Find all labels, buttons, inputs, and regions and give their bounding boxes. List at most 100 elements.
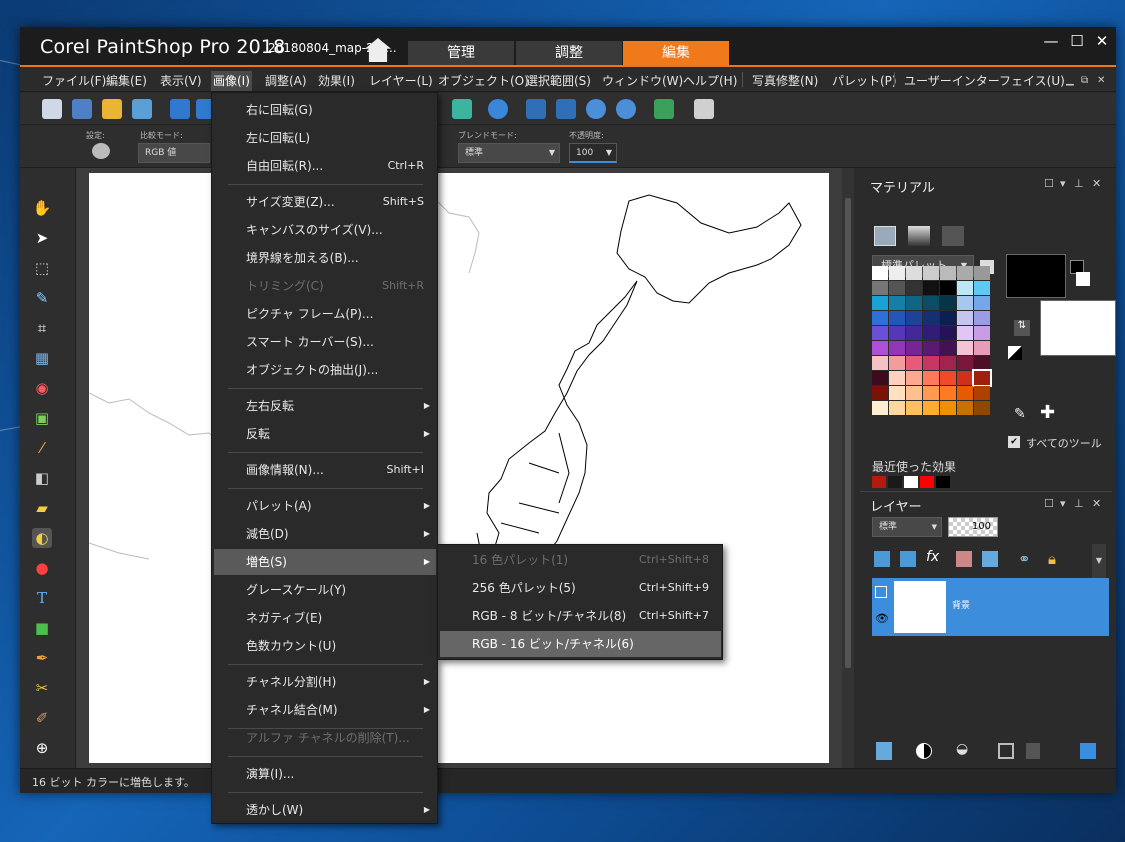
image-menu-item[interactable]: 右に回転(G)	[214, 97, 436, 123]
swatch[interactable]	[889, 341, 905, 355]
swatch[interactable]	[957, 266, 973, 280]
swatch[interactable]	[923, 371, 939, 385]
materials-float-icon[interactable]: ☐	[1044, 177, 1054, 190]
mixer-brush-icon[interactable]: ✐	[32, 708, 52, 728]
image-menu-item[interactable]: 透かし(W) ▶	[214, 797, 436, 823]
menu-adjust[interactable]: 調整(A)	[263, 71, 309, 91]
layers-menu-icon[interactable]: ▾	[1060, 497, 1066, 510]
swatch[interactable]	[974, 386, 990, 400]
recent-color-2[interactable]	[888, 476, 902, 488]
image-menu-item[interactable]: 境界線を加える(B)...	[214, 245, 436, 271]
layers-pin-icon[interactable]: ⊥	[1074, 497, 1084, 510]
materials-close-icon[interactable]: ✕	[1092, 177, 1101, 190]
menu-layers[interactable]: レイヤー(L)	[367, 71, 435, 91]
layer-effects-icon[interactable]: fx	[926, 549, 939, 565]
menu-photo-fix[interactable]: 写真修整(N)	[750, 71, 820, 91]
layer-opacity[interactable]: 100	[948, 517, 998, 537]
swatch[interactable]	[974, 356, 990, 370]
image-menu-item[interactable]: 自由回転(R)... Ctrl+R	[214, 153, 436, 179]
pen-tool-icon[interactable]: ✒	[32, 648, 52, 668]
swatch[interactable]	[923, 296, 939, 310]
menu-user-interface[interactable]: ユーザーインターフェイス(U)	[902, 71, 1067, 91]
minimize-icon[interactable]: —	[1040, 32, 1062, 50]
image-canvas[interactable]	[88, 173, 829, 763]
layer-properties-icon[interactable]	[1080, 743, 1096, 759]
recent-color-1[interactable]	[872, 476, 886, 488]
swatch[interactable]	[974, 401, 990, 415]
swatch[interactable]	[940, 326, 956, 340]
grid-icon[interactable]	[72, 99, 92, 119]
materials-menu-icon[interactable]: ▾	[1060, 177, 1066, 190]
zoom-in-icon[interactable]	[616, 99, 636, 119]
swatch[interactable]	[923, 341, 939, 355]
swatch[interactable]	[889, 296, 905, 310]
image-menu-item[interactable]: サイズ変更(Z)... Shift+S	[214, 189, 436, 215]
foreground-swatch[interactable]	[1006, 254, 1066, 298]
swatch[interactable]	[889, 281, 905, 295]
image-menu-item[interactable]: チャネル分割(H) ▶	[214, 669, 436, 695]
swatch[interactable]	[923, 326, 939, 340]
menu-edit[interactable]: 編集(E)	[104, 71, 149, 91]
tab-manage[interactable]: 管理	[408, 41, 514, 65]
swatch[interactable]	[906, 356, 922, 370]
swatch[interactable]	[872, 356, 888, 370]
recent-color-5[interactable]	[936, 476, 950, 488]
swatch[interactable]	[889, 311, 905, 325]
swatch[interactable]	[889, 386, 905, 400]
swatch[interactable]	[923, 266, 939, 280]
swatch[interactable]	[889, 401, 905, 415]
zoom-out-icon[interactable]	[586, 99, 606, 119]
swatch[interactable]	[889, 371, 905, 385]
image-menu-item[interactable]: キャンバスのサイズ(V)...	[214, 217, 436, 243]
new-layer-icon[interactable]	[876, 742, 892, 760]
layer-blend-select[interactable]: 標準 ▼	[872, 517, 942, 537]
image-menu-item[interactable]: 減色(D) ▶	[214, 521, 436, 547]
swatch[interactable]	[906, 341, 922, 355]
copy-icon[interactable]	[694, 99, 714, 119]
image-menu-item[interactable]: オブジェクトの抽出(J)...	[214, 357, 436, 383]
open-folder-icon[interactable]	[102, 99, 122, 119]
all-tools-checkbox[interactable]: ✔	[1008, 436, 1020, 448]
swatch[interactable]	[972, 369, 992, 387]
image-menu-item[interactable]: チャネル結合(M) ▶	[214, 697, 436, 723]
dropper-tool-icon[interactable]: ✎	[32, 288, 52, 308]
shape-tool-icon[interactable]: ■	[32, 618, 52, 638]
menu-help[interactable]: ヘルプ(H)	[681, 71, 739, 91]
flood-fill-tool-icon[interactable]: ◐	[32, 528, 52, 548]
menu-selection[interactable]: 選択範囲(S)	[524, 71, 593, 91]
image-menu-item[interactable]: 画像情報(N)... Shift+I	[214, 457, 436, 483]
swatch[interactable]	[906, 371, 922, 385]
swatch[interactable]	[872, 296, 888, 310]
maximize-icon[interactable]: ☐	[1066, 32, 1088, 50]
image-menu-item[interactable]: 左に回転(L)	[214, 125, 436, 151]
swatch[interactable]	[906, 281, 922, 295]
menu-view[interactable]: 表示(V)	[158, 71, 204, 91]
swatch[interactable]	[923, 386, 939, 400]
redo-icon[interactable]	[452, 99, 472, 119]
swatch[interactable]	[923, 401, 939, 415]
swatch[interactable]	[906, 311, 922, 325]
swatch[interactable]	[974, 341, 990, 355]
swatch[interactable]	[906, 386, 922, 400]
link-icon[interactable]: ⚭	[1018, 550, 1031, 568]
image-menu-item[interactable]: グレースケール(Y)	[214, 577, 436, 603]
swatch[interactable]	[957, 296, 973, 310]
swatch[interactable]	[940, 311, 956, 325]
swatch[interactable]	[957, 371, 973, 385]
layer-group-icon[interactable]	[982, 551, 998, 567]
swatch[interactable]	[872, 401, 888, 415]
pick-tool-icon[interactable]: ➤	[32, 228, 52, 248]
menu-objects[interactable]: オブジェクト(O)	[436, 71, 531, 91]
layers-close-icon[interactable]: ✕	[1092, 497, 1101, 510]
swatch[interactable]	[923, 281, 939, 295]
compare-mode-select[interactable]: RGB 値	[138, 143, 210, 163]
pan-tool-icon[interactable]: ✋	[32, 198, 52, 218]
swatch[interactable]	[872, 371, 888, 385]
layers-options-arrow[interactable]: ▼	[1092, 544, 1106, 578]
recent-color-4[interactable]	[920, 476, 934, 488]
swatch[interactable]	[872, 326, 888, 340]
reset-colors-icon[interactable]	[1008, 346, 1022, 360]
image-menu-item[interactable]: 演算(I)...	[214, 761, 436, 787]
zoom-100-icon[interactable]	[654, 99, 674, 119]
visibility-eye-icon[interactable]: 👁︎	[875, 612, 889, 625]
